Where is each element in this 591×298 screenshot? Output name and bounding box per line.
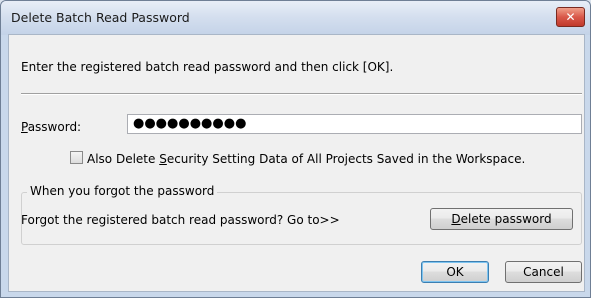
forgot-password-text: Forgot the registered batch read passwor… xyxy=(21,213,340,227)
cancel-button[interactable]: Cancel xyxy=(505,261,582,283)
password-label-mnemonic: P xyxy=(21,120,28,134)
delete-password-button[interactable]: Delete password xyxy=(430,208,573,230)
separator xyxy=(21,93,582,95)
also-delete-checkbox[interactable] xyxy=(70,151,83,164)
also-delete-label-pre: Also Delete xyxy=(87,152,160,166)
password-label-rest: assword: xyxy=(27,120,82,134)
dialog-title: Delete Batch Read Password xyxy=(11,10,190,25)
close-icon: ✕ xyxy=(565,10,576,24)
delete-button-label: elete password xyxy=(460,212,552,226)
password-label: Password: xyxy=(21,120,81,134)
ok-button[interactable]: OK xyxy=(421,261,489,283)
password-field[interactable]: ●●●●●●●●●● xyxy=(127,114,582,134)
dialog-body: Enter the registered batch read password… xyxy=(8,34,585,292)
forgot-group-legend: When you forgot the password xyxy=(27,184,218,198)
also-delete-label-mnemonic: S xyxy=(159,152,167,166)
also-delete-label[interactable]: Also Delete Security Setting Data of All… xyxy=(87,152,525,166)
title-bar[interactable]: Delete Batch Read Password ✕ xyxy=(1,1,590,35)
instruction-text: Enter the registered batch read password… xyxy=(21,60,394,74)
also-delete-label-post: ecurity Setting Data of All Projects Sav… xyxy=(166,152,526,166)
close-button[interactable]: ✕ xyxy=(556,7,585,27)
dialog-window: Delete Batch Read Password ✕ Enter the r… xyxy=(0,0,591,298)
delete-button-mnemonic: D xyxy=(451,212,461,226)
